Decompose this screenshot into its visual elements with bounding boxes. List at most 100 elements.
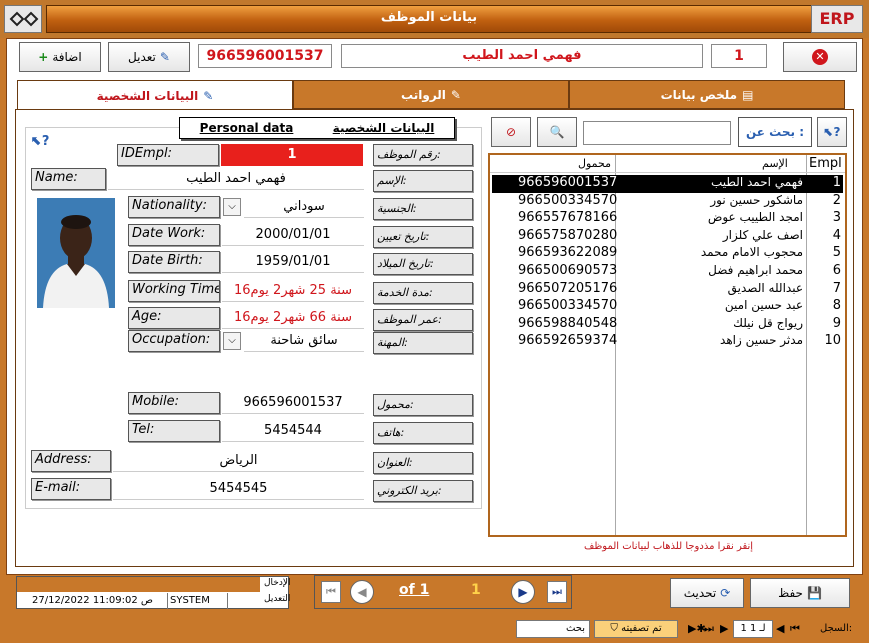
list-item-name: محجوب الامام محمد xyxy=(700,245,803,260)
refresh-button[interactable]: تحديث ⟳ xyxy=(670,578,744,608)
prev-record-button[interactable]: ◀ xyxy=(350,580,374,604)
date-birth-field[interactable]: 1959/01/01 xyxy=(222,251,364,273)
address-field[interactable]: الرياض xyxy=(113,450,364,472)
record-new-icon[interactable]: ▶✱ xyxy=(688,622,706,635)
date-work-label: Date Work: xyxy=(128,224,220,246)
date-work-field[interactable]: 2000/01/01 xyxy=(222,224,364,246)
audit-datetime: 27/12/2022 11:09:02 ص xyxy=(32,595,153,606)
close-button[interactable]: ✕ xyxy=(783,42,857,72)
search-button[interactable]: 🔍 xyxy=(537,117,577,147)
search-label: بحث عن : xyxy=(738,117,812,147)
help-icon[interactable]: ⬉? xyxy=(31,134,49,149)
status-search-input[interactable]: بحث xyxy=(516,620,590,638)
employee-mobile-display: 966596001537 xyxy=(198,44,332,68)
list-item-id: 10 xyxy=(824,333,841,349)
audit-edit-label: التعديل xyxy=(264,594,291,604)
working-time-label: Working Time: xyxy=(128,280,220,302)
age-field: سنة 66 شهر2 يوم16 xyxy=(222,307,364,329)
audit-box: الإدخال التعديل SYSTEM 27/12/2022 11:09:… xyxy=(16,576,291,609)
record-prev-icon[interactable]: ◀ xyxy=(776,622,784,635)
record-next-icon[interactable]: ▶ xyxy=(720,622,728,635)
first-record-button[interactable]: ⏮ xyxy=(321,581,341,603)
save-button[interactable]: حفظ 💾 xyxy=(750,578,850,608)
occupation-label: Occupation: xyxy=(128,330,220,352)
employee-name-display: فهمي احمد الطيب xyxy=(341,44,703,68)
record-label: السجل: xyxy=(820,623,853,634)
email-field[interactable]: 5454545 xyxy=(113,478,364,500)
window-title: بيانات الموظف xyxy=(380,10,478,25)
employee-photo xyxy=(37,198,115,308)
name-label-ar: الإسم: xyxy=(373,170,473,192)
tab-personal-data[interactable]: البيانات الشخصية ✎ xyxy=(17,80,293,111)
filter-indicator[interactable]: ⛉ تم تصفيته xyxy=(594,620,678,638)
nationality-dropdown-icon[interactable]: ⌵ xyxy=(223,198,241,216)
list-item[interactable]: 966592659374 مدثر حسين زاهد 10 xyxy=(492,333,843,351)
search-input[interactable] xyxy=(583,121,731,145)
list-item-name: ماشكور حسين نور xyxy=(710,192,803,207)
record-first-icon[interactable]: ⏮ xyxy=(790,622,800,636)
tel-label-ar: هاتف: xyxy=(373,422,473,444)
list-item-id: 9 xyxy=(832,315,841,331)
name-field[interactable]: فهمي احمد الطيب xyxy=(108,168,364,190)
mobile-label-ar: محمول: xyxy=(373,394,473,416)
email-label-ar: بريد الكتروني: xyxy=(373,480,473,502)
list-item[interactable]: 966598840548 ريواج قل نيلك 9 xyxy=(492,316,843,334)
list-item-id: 8 xyxy=(832,298,841,314)
clear-filter-button[interactable]: ⊘ xyxy=(491,117,531,147)
occupation-dropdown-icon[interactable]: ⌵ xyxy=(223,332,241,350)
title-bar-strip: بيانات الموظف xyxy=(46,5,812,33)
list-item[interactable]: 966557678166 امجد الطييب عوض 3 xyxy=(492,210,843,228)
list-item[interactable]: 966500690573 محمد ابراهيم فضل 6 xyxy=(492,263,843,281)
id-value[interactable]: 1 xyxy=(221,144,363,166)
tab-data-summary[interactable]: ملخص بيانات ▤ xyxy=(569,80,845,109)
list-item-id: 6 xyxy=(832,263,841,278)
list-hint: إنقر نقرا مذدوجا للذهاب لبيانات الموظف xyxy=(584,541,754,552)
nationality-field[interactable]: سوداني xyxy=(244,196,364,218)
help-icon: ⬉? xyxy=(823,125,841,139)
occupation-field[interactable]: سائق شاحنة xyxy=(244,330,364,352)
help-button[interactable]: ⬉? xyxy=(817,117,847,147)
tab-salaries[interactable]: الرواتب ✎ xyxy=(293,80,569,109)
list-item-id: 5 xyxy=(832,245,841,261)
audit-entry-label: الإدخال xyxy=(264,578,291,588)
filter-icon: ⛉ xyxy=(610,623,618,634)
list-header-id: Empl xyxy=(809,156,842,171)
list-item-mobile: 966575870280 xyxy=(518,227,618,243)
date-birth-label-ar: تاريخ الميلاد: xyxy=(373,253,473,275)
list-item-mobile: 966500334570 xyxy=(518,298,618,314)
tel-label: Tel: xyxy=(128,420,220,442)
list-item-mobile: 966500690573 xyxy=(518,263,618,278)
record-position-input[interactable]: 1 لـ 1 xyxy=(733,620,773,638)
list-item[interactable]: 966593622089 محجوب الامام محمد 5 xyxy=(492,245,843,263)
list-item-mobile: 966557678166 xyxy=(518,210,618,226)
list-item-id: 7 xyxy=(832,280,841,296)
list-item-mobile: 966596001537 xyxy=(518,175,618,190)
save-icon: 💾 xyxy=(806,586,822,600)
list-item-mobile: 966507205176 xyxy=(518,280,618,296)
erp-logo: ERP xyxy=(811,5,863,33)
list-item[interactable]: 966596001537 فهمي احمد الطيب 1 xyxy=(492,175,843,193)
last-record-button[interactable]: ⏭ xyxy=(547,581,567,603)
next-record-button[interactable]: ▶ xyxy=(511,580,535,604)
list-header-name: الإسم xyxy=(762,157,788,170)
pencil-icon: ✎ xyxy=(203,89,214,103)
title-bar: بيانات الموظف ERP xyxy=(0,0,869,38)
list-item[interactable]: 966500334570 ماشكور حسين نور 2 xyxy=(492,193,843,211)
clear-filter-icon: ⊘ xyxy=(505,125,517,139)
list-item[interactable]: 966575870280 اصف علي كلزار 4 xyxy=(492,228,843,246)
address-label-ar: العنوان: xyxy=(373,452,473,474)
pager: ⏮ ◀ of 1 1 ▶ ⏭ xyxy=(314,575,572,609)
employee-list[interactable]: محمول الإسم Empl 966596001537 فهمي احمد ا… xyxy=(488,153,847,537)
add-icon: + xyxy=(38,50,49,64)
pencil-icon: ✎ xyxy=(159,50,170,64)
close-icon: ✕ xyxy=(812,49,828,65)
list-item-id: 3 xyxy=(832,210,841,226)
edit-button[interactable]: تعديل ✎ xyxy=(108,42,190,72)
list-item[interactable]: 966500334570 عبد حسين امين 8 xyxy=(492,298,843,316)
mobile-field[interactable]: 966596001537 xyxy=(222,392,364,414)
tel-field[interactable]: 5454544 xyxy=(222,420,364,442)
age-label: Age: xyxy=(128,307,220,329)
working-time-field: سنة 25 شهر2 يوم16 xyxy=(222,280,364,302)
add-button[interactable]: + اضافة xyxy=(19,42,101,72)
list-item[interactable]: 966507205176 عبدالله الصديق 7 xyxy=(492,281,843,299)
